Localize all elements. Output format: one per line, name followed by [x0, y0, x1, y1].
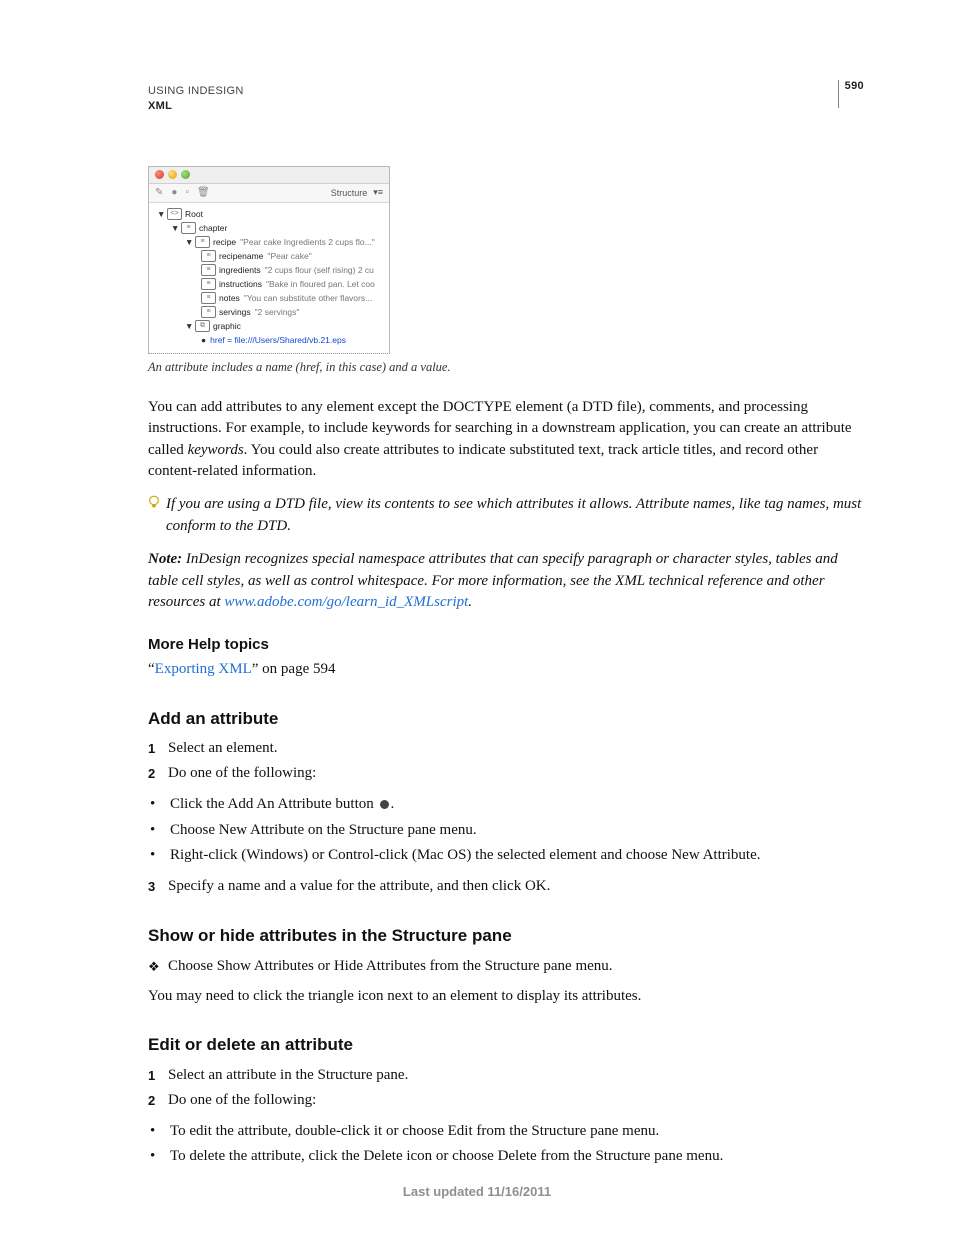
- heading-show-hide: Show or hide attributes in the Structure…: [148, 924, 870, 948]
- toolbar-icons: ✎ ● ▫ 🗑: [155, 187, 210, 198]
- link-xmlscript[interactable]: www.adobe.com/go/learn_id_XMLscript: [224, 594, 468, 610]
- note-paragraph: Note: InDesign recognizes special namesp…: [148, 549, 870, 613]
- add-bullet-2: Choose New Attribute on the Structure pa…: [170, 819, 477, 842]
- running-header: USING INDESIGN XML 590: [148, 84, 870, 114]
- xml-tree: ▼<>Root ▼≡chapter ▼≡recipe"Pear cake Ing…: [149, 203, 389, 353]
- trash-icon: 🗑: [197, 187, 210, 198]
- footer-last-updated: Last updated 11/16/2011: [0, 1184, 954, 1199]
- tree-attribute: href = file:///Users/Shared/vb.21.eps: [210, 335, 346, 345]
- edit-step-2: Do one of the following:: [168, 1089, 316, 1112]
- window-titlebar: [149, 167, 389, 184]
- page-number: 590: [838, 80, 870, 108]
- pencil-icon: ✎: [155, 187, 163, 198]
- add-bullet-1: Click the Add An Attribute button .: [170, 793, 394, 816]
- tree-graphic: graphic: [213, 321, 241, 331]
- heading-more-help: More Help topics: [148, 634, 870, 655]
- minimize-icon: [168, 170, 177, 179]
- zoom-icon: [181, 170, 190, 179]
- body-paragraph-1: You can add attributes to any element ex…: [148, 397, 870, 483]
- tree-recipe: recipe: [213, 237, 236, 247]
- add-step-2: Do one of the following:: [168, 762, 316, 785]
- dot-icon: ●: [171, 187, 177, 198]
- more-help-line: “Exporting XML” on page 594: [148, 659, 870, 680]
- show-bullet-1: Choose Show Attributes or Hide Attribute…: [168, 955, 613, 978]
- attribute-bullet-icon: ●: [201, 335, 206, 345]
- add-step-1: Select an element.: [168, 737, 278, 760]
- tree-chapter: chapter: [199, 223, 227, 233]
- header-title: USING INDESIGN: [148, 84, 244, 99]
- heading-add-attribute: Add an attribute: [148, 707, 870, 731]
- figure-structure-pane: ✎ ● ▫ 🗑 Structure ▾≡ ▼<>Root ▼≡chapter ▼…: [148, 166, 870, 375]
- add-attribute-button-icon: [380, 800, 389, 809]
- add-step-3: Specify a name and a value for the attri…: [168, 875, 550, 898]
- figure-caption: An attribute includes a name (href, in t…: [148, 360, 870, 375]
- close-icon: [155, 170, 164, 179]
- header-section: XML: [148, 99, 244, 114]
- panel-title: Structure: [331, 188, 368, 198]
- link-exporting-xml[interactable]: Exporting XML: [155, 661, 252, 677]
- show-paragraph: You may need to click the triangle icon …: [148, 986, 870, 1007]
- edit-step-1: Select an attribute in the Structure pan…: [168, 1064, 408, 1087]
- page-icon: ▫: [185, 187, 189, 198]
- heading-edit-delete: Edit or delete an attribute: [148, 1033, 870, 1057]
- lightbulb-icon: [148, 494, 160, 512]
- edit-bullet-1: To edit the attribute, double-click it o…: [170, 1120, 659, 1143]
- edit-bullet-2: To delete the attribute, click the Delet…: [170, 1145, 723, 1168]
- tip-block: If you are using a DTD file, view its co…: [148, 494, 870, 537]
- add-bullet-3: Right-click (Windows) or Control-click (…: [170, 844, 760, 867]
- panel-menu-icon: ▾≡: [373, 187, 383, 198]
- tree-root: Root: [185, 209, 203, 219]
